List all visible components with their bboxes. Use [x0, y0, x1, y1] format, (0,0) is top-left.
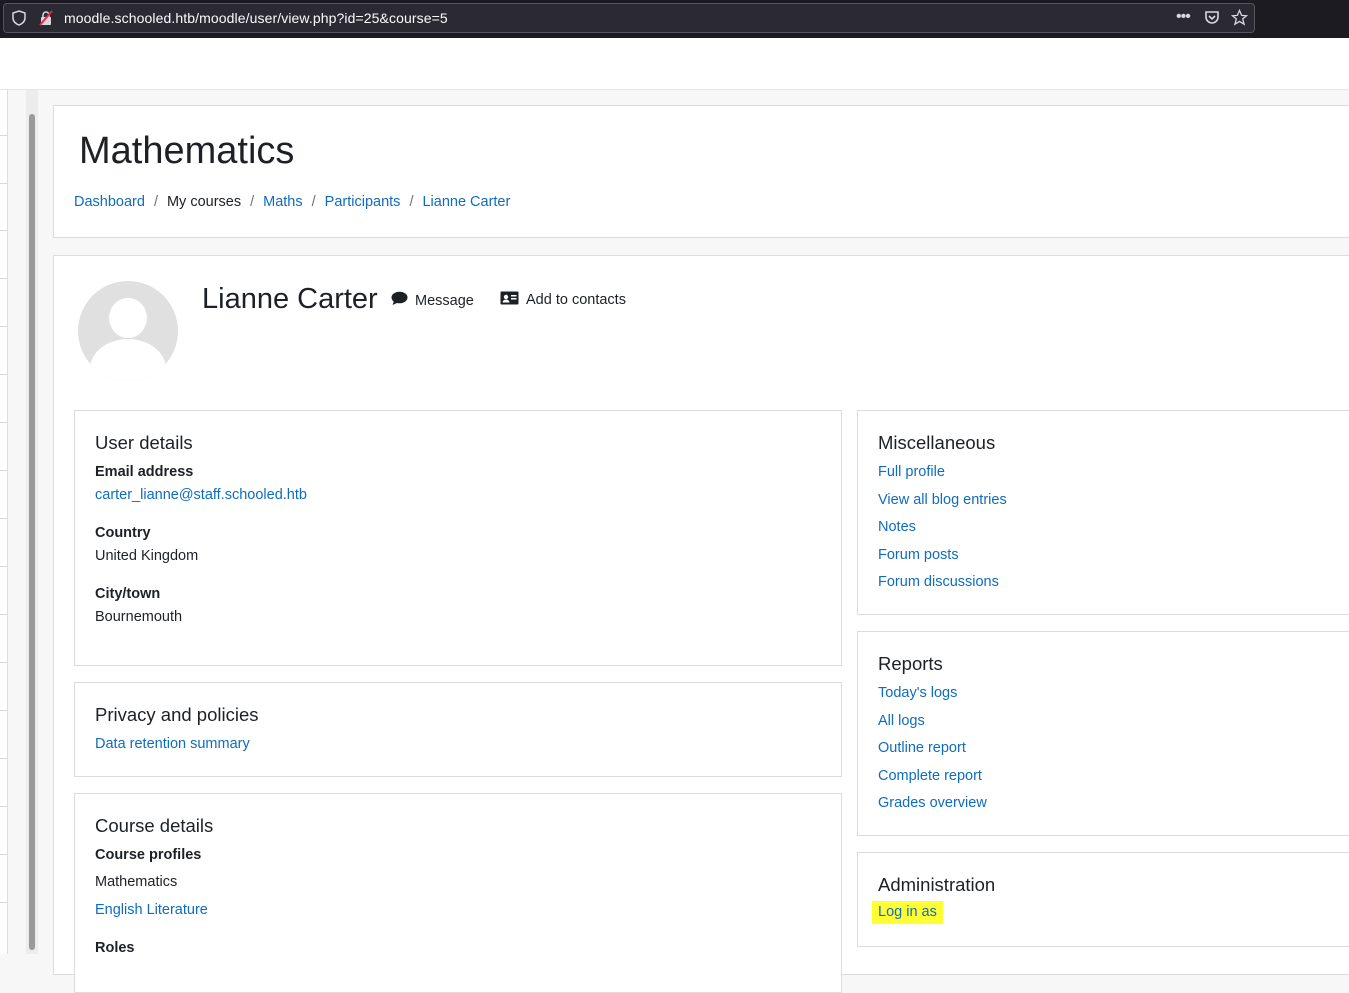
- more-icon[interactable]: •••: [1176, 8, 1191, 26]
- page-title: Mathematics: [79, 130, 295, 172]
- left-drawer: [0, 90, 8, 954]
- add-to-contacts-button[interactable]: Add to contacts: [500, 291, 626, 309]
- avatar: [78, 281, 178, 381]
- notes-link[interactable]: Notes: [878, 519, 916, 535]
- full-profile-link[interactable]: Full profile: [878, 464, 945, 480]
- email-link[interactable]: carter_lianne@staff.schooled.htb: [95, 487, 307, 503]
- course-profile-link[interactable]: English Literature: [95, 902, 208, 918]
- log-in-as-label: Log in as: [872, 901, 943, 924]
- avatar-head: [109, 298, 147, 338]
- section-title: Administration: [878, 874, 996, 895]
- course-details-card: Course details Course profiles Mathemati…: [74, 793, 842, 993]
- privacy-card: Privacy and policies Data retention summ…: [74, 682, 842, 777]
- email-label: Email address: [95, 464, 194, 480]
- miscellaneous-card: Miscellaneous Full profile View all blog…: [857, 410, 1349, 615]
- page-header: Mathematics Dashboard / My courses / Mat…: [53, 105, 1349, 238]
- insecure-lock-icon[interactable]: [38, 10, 54, 29]
- breadcrumb-my-courses: My courses: [166, 194, 242, 210]
- section-title: Privacy and policies: [95, 704, 259, 725]
- section-title: Miscellaneous: [878, 432, 996, 453]
- section-title: Course details: [95, 815, 214, 836]
- star-icon[interactable]: [1230, 8, 1249, 29]
- breadcrumb-user[interactable]: Lianne Carter: [422, 194, 510, 210]
- course-profile-item: Mathematics: [95, 874, 178, 890]
- city-label: City/town: [95, 586, 161, 602]
- shield-icon[interactable]: [12, 10, 26, 29]
- drawer-scrollbar-thumb[interactable]: [29, 114, 35, 950]
- grades-overview-link[interactable]: Grades overview: [878, 795, 987, 811]
- user-details-card: User details Email address carter_lianne…: [74, 410, 842, 666]
- data-retention-link[interactable]: Data retention summary: [95, 736, 250, 752]
- administration-card: Administration Log in as: [857, 852, 1349, 947]
- breadcrumb-dashboard[interactable]: Dashboard: [74, 194, 145, 210]
- address-card-icon: [500, 291, 519, 309]
- forum-discussions-link[interactable]: Forum discussions: [878, 574, 999, 590]
- avatar-body: [90, 339, 166, 381]
- section-title: Reports: [878, 653, 943, 674]
- log-in-as-link[interactable]: Log in as: [872, 901, 943, 924]
- todays-logs-link[interactable]: Today's logs: [878, 685, 957, 701]
- country-label: Country: [95, 525, 151, 541]
- breadcrumb: Dashboard / My courses / Maths / Partici…: [74, 194, 510, 210]
- url-text[interactable]: moodle.schooled.htb/moodle/user/view.php…: [64, 10, 448, 26]
- outline-report-link[interactable]: Outline report: [878, 740, 966, 756]
- message-button[interactable]: Message: [391, 291, 474, 310]
- profile-region: Lianne Carter Message Add to contacts Us…: [53, 255, 1349, 993]
- moodle-navbar: [0, 38, 1349, 90]
- section-title: User details: [95, 432, 193, 453]
- breadcrumb-separator: /: [153, 194, 158, 210]
- message-icon: [391, 291, 408, 310]
- breadcrumb-participants[interactable]: Participants: [325, 194, 401, 210]
- complete-report-link[interactable]: Complete report: [878, 768, 982, 784]
- pocket-icon[interactable]: [1204, 10, 1220, 29]
- breadcrumb-separator: /: [409, 194, 414, 210]
- reports-card: Reports Today's logs All logs Outline re…: [857, 631, 1349, 836]
- breadcrumb-maths[interactable]: Maths: [263, 194, 303, 210]
- forum-posts-link[interactable]: Forum posts: [878, 547, 959, 563]
- breadcrumb-separator: /: [250, 194, 255, 210]
- user-name: Lianne Carter: [202, 283, 378, 315]
- browser-toolbar: moodle.schooled.htb/moodle/user/view.php…: [0, 0, 1349, 38]
- city-value: Bournemouth: [95, 609, 183, 625]
- course-profiles-label: Course profiles: [95, 847, 202, 863]
- all-logs-link[interactable]: All logs: [878, 713, 925, 729]
- message-label: Message: [415, 292, 474, 309]
- add-to-contacts-label: Add to contacts: [526, 292, 626, 308]
- breadcrumb-separator: /: [311, 194, 316, 210]
- address-bar[interactable]: moodle.schooled.htb/moodle/user/view.php…: [3, 3, 1255, 33]
- country-value: United Kingdom: [95, 548, 199, 564]
- blog-entries-link[interactable]: View all blog entries: [878, 492, 1007, 508]
